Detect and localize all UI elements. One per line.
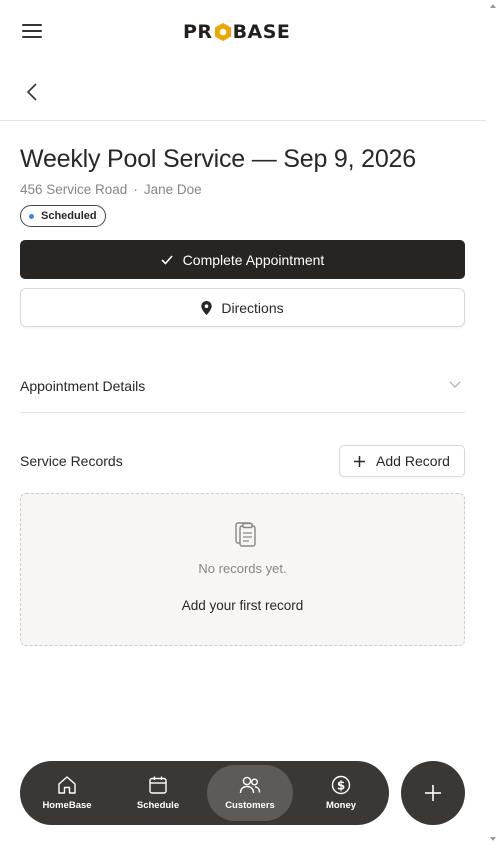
scroll-down-icon[interactable]	[490, 837, 496, 841]
hexagon-logo-icon	[214, 23, 231, 41]
nav-label-homebase: HomeBase	[42, 800, 92, 811]
home-icon	[58, 776, 76, 794]
plus-icon	[425, 785, 441, 801]
nav-item-customers[interactable]: Customers	[207, 765, 293, 821]
complete-appointment-label: Complete Appointment	[182, 251, 325, 268]
logo-text-left: PR	[183, 21, 213, 43]
check-icon	[161, 254, 173, 265]
bottom-navigation: HomeBase Schedule Customers $ Money	[20, 761, 389, 825]
status-badge: Scheduled	[20, 205, 106, 227]
nav-label-money: Money	[325, 800, 357, 811]
nav-item-money[interactable]: $ Money	[298, 765, 384, 821]
add-record-button[interactable]: Add Record	[339, 445, 465, 477]
plus-icon	[354, 455, 366, 467]
chevron-down-icon	[449, 381, 461, 388]
appointment-meta: 456 Service Road · Jane Doe	[20, 182, 202, 197]
add-record-label: Add Record	[376, 453, 450, 469]
logo-text-right: BASE	[232, 21, 291, 43]
customer-name: Jane Doe	[143, 182, 202, 197]
appointment-details-accordion[interactable]: Appointment Details	[20, 362, 465, 413]
page-title: Weekly Pool Service — Sep 9, 2026	[20, 145, 416, 173]
calendar-icon	[149, 776, 167, 794]
dollar-icon: $	[331, 775, 351, 795]
directions-button[interactable]: Directions	[20, 288, 465, 327]
address-text: 456 Service Road	[20, 182, 128, 197]
directions-label: Directions	[221, 299, 284, 316]
appointment-details-label: Appointment Details	[20, 378, 146, 394]
chevron-left-icon[interactable]	[24, 82, 42, 102]
meta-separator: ·	[133, 182, 138, 197]
service-records-heading: Service Records	[20, 453, 123, 469]
map-pin-icon	[201, 300, 213, 315]
nav-item-homebase[interactable]: HomeBase	[24, 765, 110, 821]
status-text: Scheduled	[41, 210, 97, 222]
add-fab-button[interactable]	[401, 761, 465, 825]
top-bar: PR BASE	[0, 0, 486, 62]
add-first-record-link[interactable]: Add your first record	[21, 598, 464, 613]
empty-message: No records yet.	[198, 561, 287, 576]
nav-label-customers: Customers	[225, 800, 275, 811]
probase-logo[interactable]: PR BASE	[183, 20, 290, 44]
clipboard-icon	[235, 522, 256, 547]
scroll-up-icon[interactable]	[490, 4, 496, 8]
svg-text:$: $	[337, 778, 345, 792]
complete-appointment-button[interactable]: Complete Appointment	[20, 240, 465, 279]
empty-records-box: No records yet. Add your first record	[20, 493, 465, 646]
status-dot	[29, 213, 34, 219]
page-scrollbar[interactable]	[486, 0, 500, 845]
hamburger-icon[interactable]	[22, 24, 42, 40]
nav-item-schedule[interactable]: Schedule	[115, 765, 201, 821]
nav-label-schedule: Schedule	[136, 800, 180, 811]
sub-header	[0, 62, 486, 121]
users-icon	[239, 776, 261, 794]
